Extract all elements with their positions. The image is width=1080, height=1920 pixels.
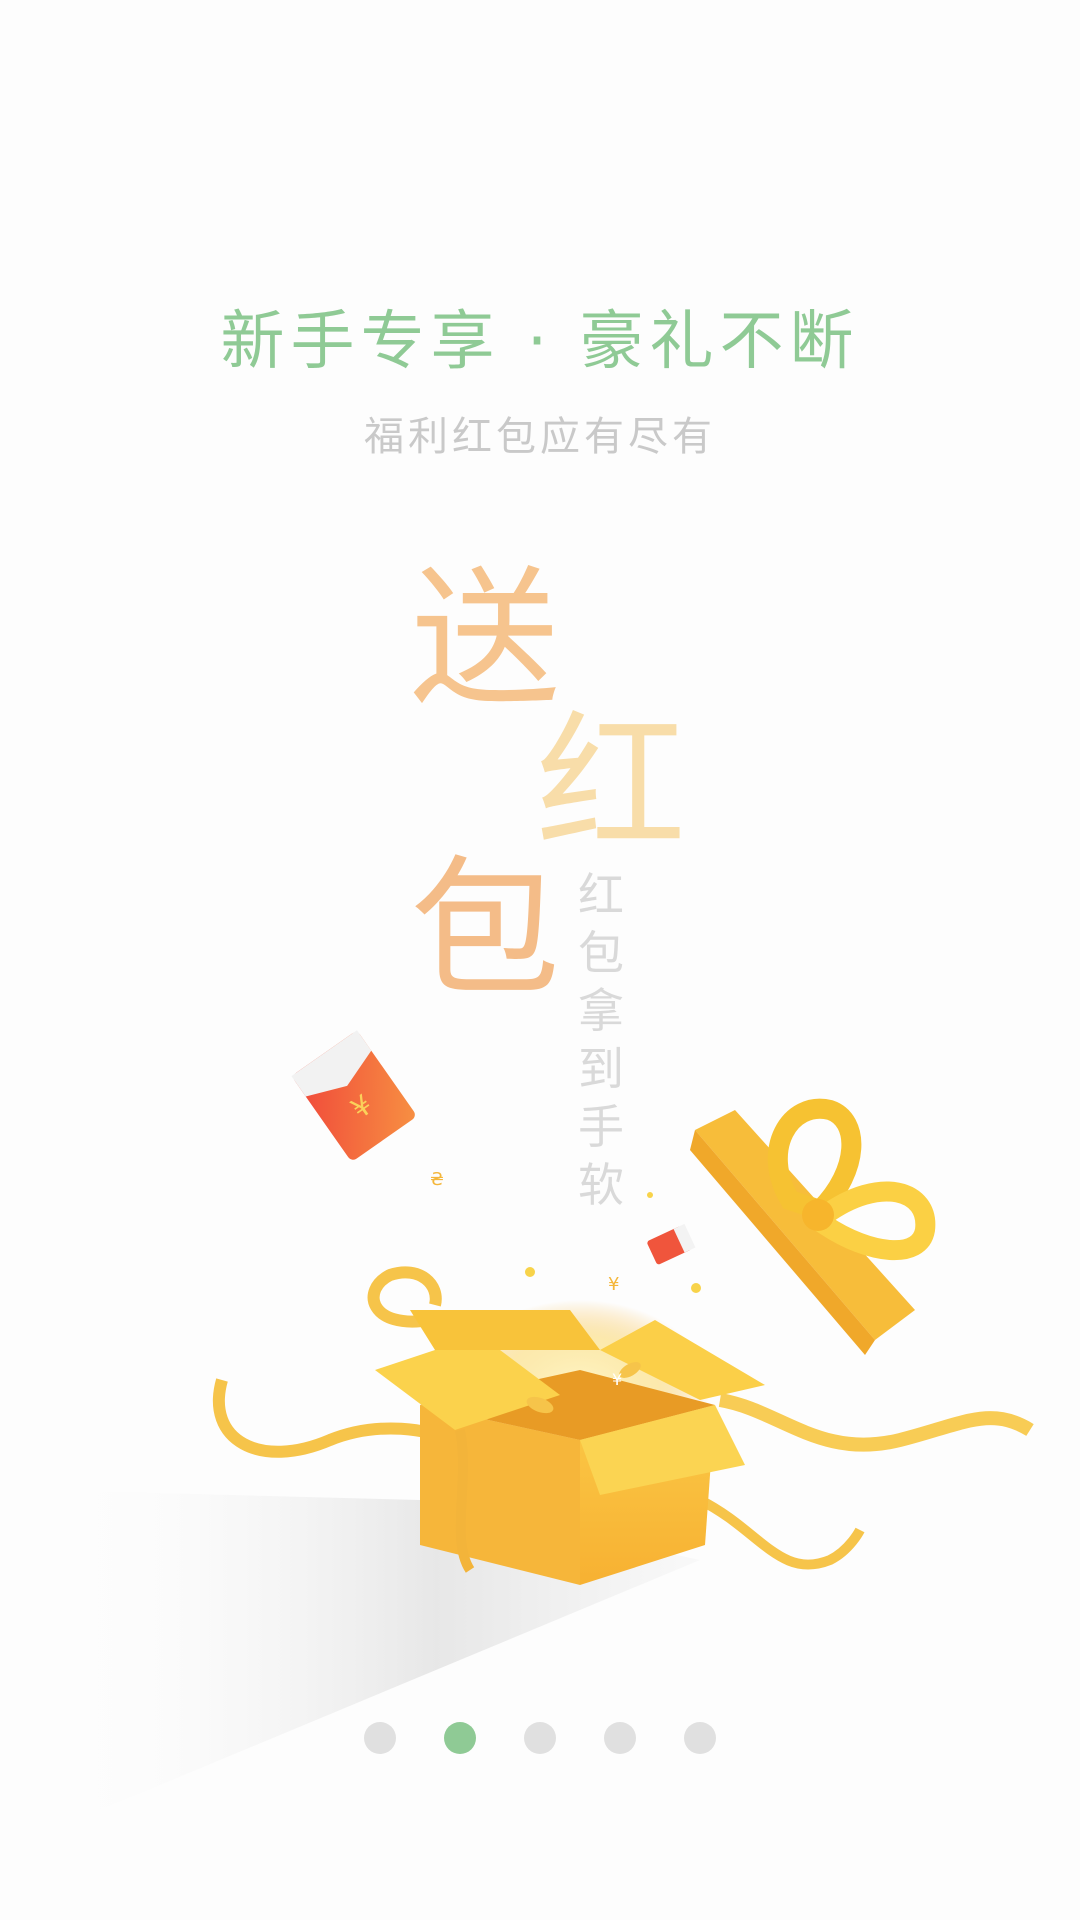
page-dot-3[interactable] (524, 1722, 556, 1754)
small-red-envelope-icon (647, 1223, 696, 1265)
gift-illustration: ¥ ₴ ¥ ¥ (40, 1030, 1034, 1810)
svg-text:₴: ₴ (430, 1169, 444, 1190)
page-dot-5[interactable] (684, 1722, 716, 1754)
page-dot-1[interactable] (364, 1722, 396, 1754)
svg-text:¥: ¥ (608, 1274, 619, 1295)
svg-text:¥: ¥ (612, 1370, 622, 1389)
red-envelope-icon: ¥ (291, 1030, 415, 1160)
page-indicator (0, 1722, 1080, 1754)
page-dot-2-active[interactable] (444, 1722, 476, 1754)
gift-lid-bow-icon (690, 1098, 936, 1355)
page-dot-4[interactable] (604, 1722, 636, 1754)
